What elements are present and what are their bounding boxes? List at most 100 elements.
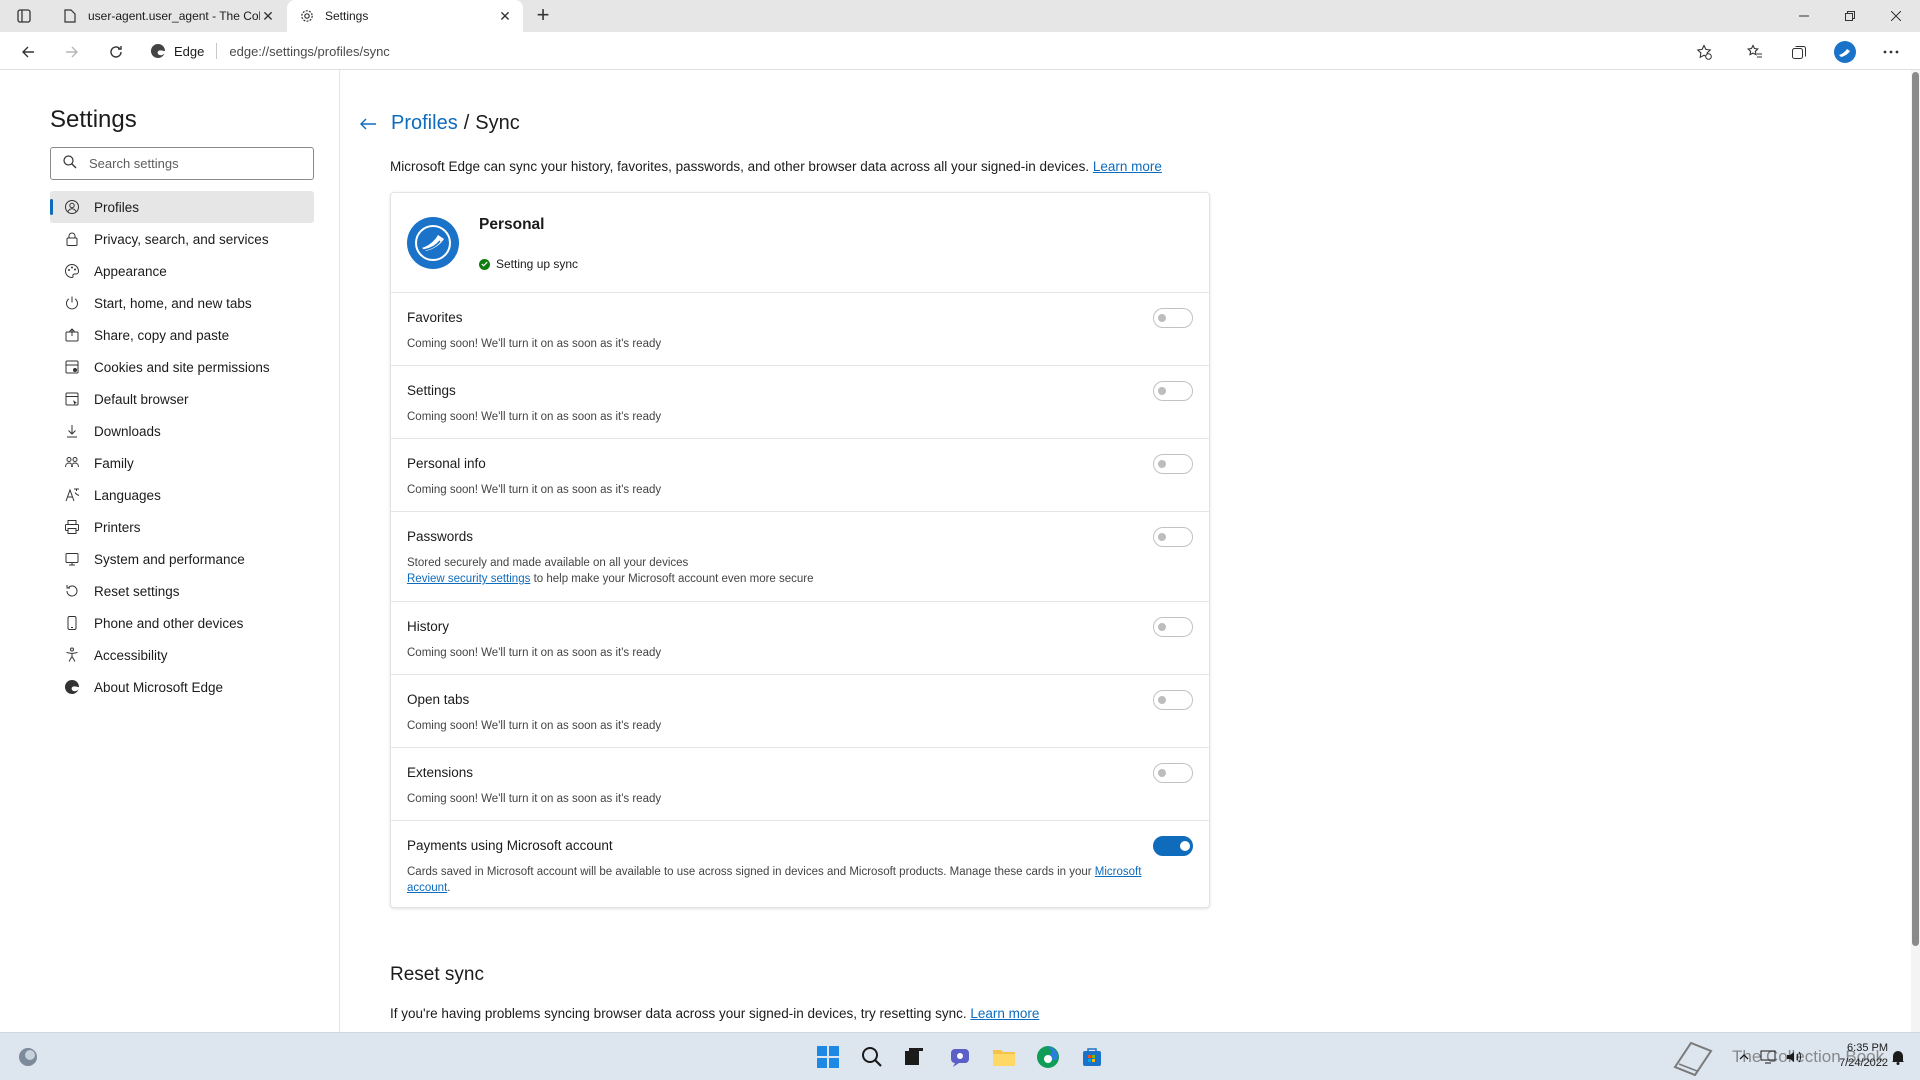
- profile-icon: [64, 199, 80, 215]
- sync-item-title: Favorites: [407, 310, 463, 325]
- sync-item-payments: Payments using Microsoft account Cards s…: [391, 821, 1209, 907]
- review-security-link[interactable]: Review security settings: [407, 573, 530, 585]
- sidebar-item-label: Share, copy and paste: [94, 327, 230, 343]
- status-check-icon: [479, 258, 490, 270]
- file-explorer-icon[interactable]: [988, 1041, 1020, 1073]
- extensions-toggle[interactable]: [1153, 763, 1193, 783]
- display-icon[interactable]: [1758, 1041, 1778, 1073]
- sync-item-desc: Coming soon! We'll turn it on as soon as…: [407, 793, 662, 805]
- close-icon[interactable]: ✕: [260, 8, 276, 24]
- favorites-toggle[interactable]: [1153, 308, 1193, 328]
- tray-chevron-icon[interactable]: [1734, 1041, 1754, 1073]
- site-label: Edge: [174, 43, 205, 59]
- sync-item-title: Open tabs: [407, 692, 470, 707]
- task-view-icon[interactable]: [898, 1041, 930, 1073]
- sidebar-item-reset[interactable]: Reset settings: [50, 575, 314, 607]
- sync-item-title: Passwords: [407, 529, 474, 544]
- volume-icon[interactable]: [1784, 1041, 1804, 1073]
- close-window-icon[interactable]: [1873, 0, 1919, 32]
- breadcrumb: Profiles / Sync: [359, 112, 520, 135]
- sidebar-item-label: Family: [94, 455, 134, 471]
- scrollbar-thumb[interactable]: [1912, 72, 1919, 946]
- page-title: Sync: [475, 112, 520, 134]
- reset-desc-text: If you're having problems syncing browse…: [390, 1006, 967, 1021]
- personal-info-toggle[interactable]: [1153, 454, 1193, 474]
- sidebar-item-start-home[interactable]: Start, home, and new tabs: [50, 287, 314, 319]
- settings-title: Settings: [50, 106, 137, 133]
- reset-learn-more-link[interactable]: Learn more: [970, 1006, 1039, 1021]
- payments-desc: Cards saved in Microsoft account will be…: [407, 866, 1092, 878]
- sync-intro: Microsoft Edge can sync your history, fa…: [390, 159, 1162, 174]
- sidebar-item-label: About Microsoft Edge: [94, 679, 224, 695]
- page-icon: [62, 8, 78, 24]
- restore-icon[interactable]: [1827, 0, 1873, 32]
- settings-nav: Profiles Privacy, search, and services A…: [50, 191, 314, 703]
- tab-actions-icon[interactable]: [12, 6, 36, 26]
- sidebar-item-appearance[interactable]: Appearance: [50, 255, 314, 287]
- notification-bell-icon[interactable]: [1888, 1041, 1908, 1073]
- search-taskbar-icon[interactable]: [856, 1041, 888, 1073]
- sidebar-item-about[interactable]: About Microsoft Edge: [50, 671, 314, 703]
- chat-icon[interactable]: [944, 1041, 976, 1073]
- share-icon: [64, 327, 80, 343]
- breadcrumb-profiles-link[interactable]: Profiles: [391, 112, 458, 135]
- address-bar[interactable]: Edge edge://settings/profiles/sync: [150, 36, 1730, 66]
- sync-item-desc: Coming soon! We'll turn it on as soon as…: [407, 411, 662, 423]
- store-icon[interactable]: [1076, 1041, 1108, 1073]
- family-icon: [64, 455, 80, 471]
- passwords-toggle[interactable]: [1153, 527, 1193, 547]
- minimize-icon[interactable]: [1781, 0, 1827, 32]
- payments-toggle[interactable]: [1153, 836, 1193, 856]
- favorites-icon[interactable]: [1741, 38, 1769, 66]
- sidebar-item-downloads[interactable]: Downloads: [50, 415, 314, 447]
- sidebar-item-share[interactable]: Share, copy and paste: [50, 319, 314, 351]
- clock-time: 6:35 PM: [1847, 1042, 1888, 1054]
- sidebar-item-default-browser[interactable]: Default browser: [50, 383, 314, 415]
- sidebar-item-profiles[interactable]: Profiles: [50, 191, 314, 223]
- phone-icon: [64, 615, 80, 631]
- url-text[interactable]: edge://settings/profiles/sync: [229, 44, 389, 59]
- refresh-icon[interactable]: [102, 38, 130, 66]
- vertical-scrollbar[interactable]: [1911, 70, 1920, 1032]
- search-icon: [63, 155, 77, 172]
- add-favorite-icon[interactable]: [1690, 38, 1718, 66]
- collections-icon[interactable]: [1785, 38, 1813, 66]
- start-icon[interactable]: [812, 1041, 844, 1073]
- sync-item-desc: Coming soon! We'll turn it on as soon as…: [407, 720, 662, 732]
- lock-icon: [64, 231, 80, 247]
- edge-icon: [150, 43, 166, 59]
- sidebar-item-family[interactable]: Family: [50, 447, 314, 479]
- tab-user-agent[interactable]: user-agent.user_agent - The Coll ✕: [50, 0, 286, 32]
- search-box[interactable]: [50, 147, 314, 180]
- palette-icon: [64, 263, 80, 279]
- learn-more-link[interactable]: Learn more: [1093, 159, 1162, 174]
- tab-settings[interactable]: Settings ✕: [287, 0, 523, 32]
- sync-item-title: Extensions: [407, 765, 474, 780]
- settings-toggle[interactable]: [1153, 381, 1193, 401]
- open-tabs-toggle[interactable]: [1153, 690, 1193, 710]
- clock[interactable]: 6:35 PM 7/24/2022: [1832, 1041, 1888, 1071]
- weather-icon[interactable]: [12, 1041, 44, 1073]
- edge-taskbar-icon[interactable]: [1032, 1041, 1064, 1073]
- history-toggle[interactable]: [1153, 617, 1193, 637]
- back-arrow-icon[interactable]: [359, 114, 379, 134]
- forward-icon[interactable]: [58, 38, 86, 66]
- sidebar-item-label: Downloads: [94, 423, 161, 439]
- payments-desc-suffix: .: [447, 882, 451, 894]
- sidebar-item-label: Appearance: [94, 263, 167, 279]
- sidebar-item-system[interactable]: System and performance: [50, 543, 314, 575]
- sidebar-item-cookies[interactable]: Cookies and site permissions: [50, 351, 314, 383]
- power-icon: [64, 295, 80, 311]
- sidebar-item-phone[interactable]: Phone and other devices: [50, 607, 314, 639]
- sidebar-item-accessibility[interactable]: Accessibility: [50, 639, 314, 671]
- close-icon[interactable]: ✕: [497, 8, 513, 24]
- back-icon[interactable]: [14, 38, 42, 66]
- accessibility-icon: [64, 647, 80, 663]
- new-tab-button[interactable]: +: [530, 4, 556, 28]
- sidebar-item-printers[interactable]: Printers: [50, 511, 314, 543]
- sidebar-item-privacy[interactable]: Privacy, search, and services: [50, 223, 314, 255]
- search-input[interactable]: [89, 156, 289, 171]
- profile-avatar-icon[interactable]: [1831, 38, 1859, 66]
- more-options-icon[interactable]: [1877, 38, 1905, 66]
- sidebar-item-languages[interactable]: Languages: [50, 479, 314, 511]
